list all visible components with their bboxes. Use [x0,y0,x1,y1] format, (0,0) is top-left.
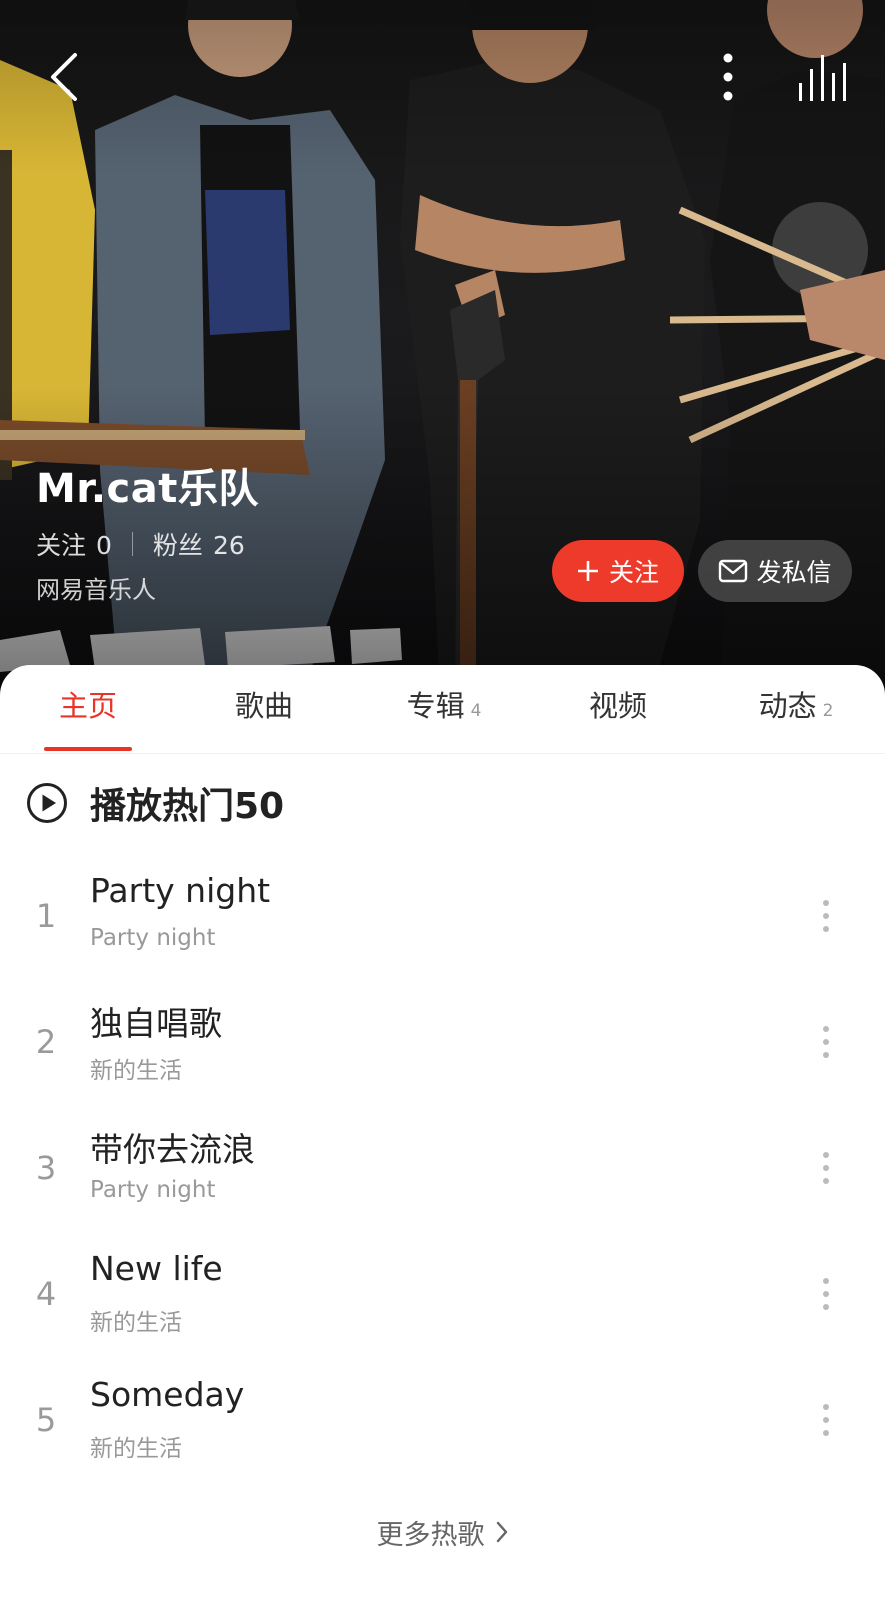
play-hot-songs-button[interactable]: 播放热门50 [26,773,284,833]
song-title: 独自唱歌 [90,1004,222,1043]
song-row[interactable]: 5 Someday 新的生活 [0,1371,885,1481]
song-album: Party night [90,1177,216,1203]
tab-label: 专辑 [406,689,465,723]
chevron-left-icon [51,53,77,101]
artist-name: Mr.cat乐队 [36,466,259,512]
stat-divider [131,532,133,556]
message-label: 发私信 [756,558,832,587]
following-label: 关注 [36,531,87,560]
song-row[interactable]: 4 New life 新的生活 [0,1245,885,1355]
chevron-right-icon [496,1521,507,1543]
play-circle-icon [27,783,67,823]
tab-albums[interactable]: 专辑 4 [384,683,504,733]
song-title: 带你去流浪 [90,1130,255,1169]
song-more-button[interactable] [806,891,846,941]
tab-label: 歌曲 [234,689,293,723]
artist-content-sheet: 主页 歌曲 专辑 4 视频 动态 2 播放热门50 1 Party night Pa… [0,665,885,1600]
song-album: Party night [90,925,216,951]
follow-label: 关注 [608,558,659,587]
artist-stats: 关注 0 粉丝 26 [36,524,245,564]
song-title: New life [90,1249,223,1288]
song-row[interactable]: 3 带你去流浪 Party night [0,1119,885,1229]
tab-bar: 主页 歌曲 专辑 4 视频 动态 2 [0,665,885,754]
tab-songs[interactable]: 歌曲 [212,683,316,733]
more-songs-link[interactable]: 更多热歌 [0,1507,885,1557]
play-hot-label: 播放热门50 [90,786,285,827]
now-playing-button[interactable] [790,48,854,108]
song-index: 1 [35,897,57,935]
tab-count: 4 [470,701,482,721]
more-songs-label: 更多热歌 [376,1519,485,1551]
tab-count: 2 [822,701,834,721]
following-count: 0 [96,531,112,560]
song-row[interactable]: 2 独自唱歌 新的生活 [0,993,885,1103]
vertical-dots-icon [823,900,829,932]
song-row[interactable]: 1 Party night Party night [0,867,885,977]
tab-label: 视频 [588,689,647,723]
fans-label: 粉丝 [152,531,203,560]
active-tab-indicator [44,747,132,751]
tab-label: 动态 [758,689,817,723]
song-index: 4 [35,1275,57,1313]
song-title: Someday [90,1375,245,1414]
plus-icon [577,561,598,581]
song-album: 新的生活 [90,1058,182,1084]
tab-feed[interactable]: 动态 2 [736,683,856,733]
envelope-icon [719,559,748,583]
tab-home[interactable]: 主页 [36,683,140,733]
vertical-dots-icon [823,1278,829,1310]
more-options-button[interactable] [700,45,756,109]
song-title: Party night [90,871,271,910]
artist-tag: 网易音乐人 [36,576,156,604]
vertical-dots-icon [723,53,733,101]
song-more-button[interactable] [806,1143,846,1193]
vertical-dots-icon [823,1152,829,1184]
vertical-dots-icon [823,1404,829,1436]
equalizer-bars-icon [799,55,846,101]
song-album: 新的生活 [90,1436,182,1462]
song-index: 3 [35,1149,57,1187]
song-more-button[interactable] [806,1269,846,1319]
song-more-button[interactable] [806,1395,846,1445]
vertical-dots-icon [823,1026,829,1058]
tab-label: 主页 [58,689,117,723]
fans-stat[interactable]: 粉丝 26 [153,526,245,562]
fans-count: 26 [212,531,245,560]
song-index: 2 [35,1023,57,1061]
back-button[interactable] [36,42,92,112]
message-button[interactable]: 发私信 [698,540,852,602]
song-album: 新的生活 [90,1310,182,1336]
tab-videos[interactable]: 视频 [566,683,670,733]
song-more-button[interactable] [806,1017,846,1067]
follow-button[interactable]: 关注 [552,540,684,602]
following-stat[interactable]: 关注 0 [36,526,112,562]
song-index: 5 [35,1401,57,1439]
